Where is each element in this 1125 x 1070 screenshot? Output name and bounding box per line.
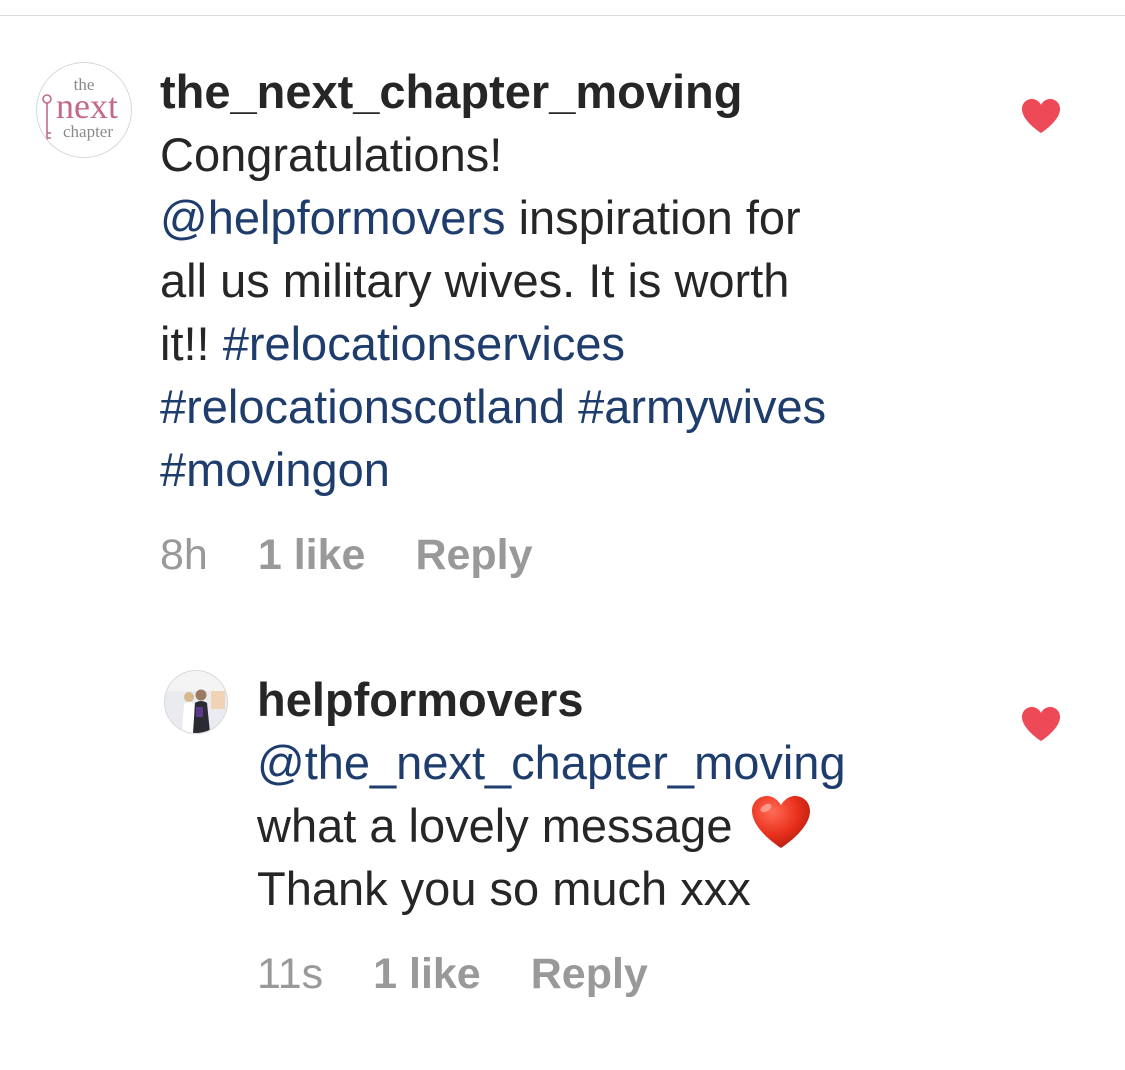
- comment-line: all us military wives. It is worth: [160, 249, 960, 312]
- comment-text: what a lovely message: [257, 799, 746, 852]
- comment: the next chapter the_next_chapter_moving…: [0, 60, 1125, 590]
- hashtag-link[interactable]: #armywives: [578, 380, 826, 433]
- comment-line: #movingon: [160, 438, 960, 501]
- comment-line: Congratulations!: [160, 123, 960, 186]
- avatar[interactable]: the next chapter: [36, 62, 132, 158]
- comment-timestamp: 11s: [257, 950, 324, 998]
- key-icon: [42, 94, 52, 141]
- comment-text: Congratulations!: [160, 128, 503, 181]
- comment-meta: 8h 1 like Reply: [160, 530, 533, 580]
- comment-text: it!!: [160, 317, 223, 370]
- comment-body: the_next_chapter_moving Congratulations!…: [160, 60, 960, 501]
- comment-line: #relocationscotland #armywives: [160, 375, 960, 438]
- comment-username[interactable]: the_next_chapter_moving: [160, 60, 960, 123]
- comment-text: inspiration for: [505, 191, 801, 244]
- top-divider: [0, 15, 1125, 16]
- comment-line: Thank you so much xxx: [257, 857, 957, 920]
- comment-line: it!! #relocationservices: [160, 312, 960, 375]
- comment-line: @the_next_chapter_moving: [257, 731, 957, 794]
- logo-text-next: next: [56, 86, 118, 126]
- hashtag-link[interactable]: #relocationservices: [223, 317, 625, 370]
- heart-filled-icon[interactable]: [1021, 98, 1061, 134]
- comment-username[interactable]: helpformovers: [257, 668, 957, 731]
- reply-button[interactable]: Reply: [415, 530, 532, 580]
- heart-filled-icon[interactable]: [1021, 706, 1061, 742]
- comment-text: all us military wives. It is worth: [160, 254, 790, 307]
- red-heart-emoji: [751, 796, 810, 848]
- mention-link[interactable]: @helpformovers: [160, 191, 506, 244]
- comment-line: @helpformovers inspiration for: [160, 186, 960, 249]
- like-count[interactable]: 1 like: [373, 949, 481, 999]
- reply-button[interactable]: Reply: [531, 949, 648, 999]
- logo-text-chapter: chapter: [63, 122, 113, 141]
- mention-link[interactable]: @the_next_chapter_moving: [257, 736, 846, 789]
- comment-line: what a lovely message: [257, 794, 957, 857]
- profile-photo: [165, 671, 227, 733]
- hashtag-link[interactable]: #movingon: [160, 443, 390, 496]
- comment-timestamp: 8h: [160, 531, 208, 579]
- comment-meta: 11s 1 like Reply: [257, 949, 648, 999]
- comment-body: helpformovers @the_next_chapter_moving w…: [257, 668, 957, 920]
- hashtag-link[interactable]: #relocationscotland: [160, 380, 565, 433]
- comment-reply: helpformovers @the_next_chapter_moving w…: [0, 668, 1125, 1008]
- comment-text: [565, 380, 578, 433]
- comment-text: Thank you so much xxx: [257, 862, 751, 915]
- the-next-chapter-logo: the next chapter: [42, 75, 118, 141]
- avatar[interactable]: [164, 670, 228, 734]
- like-count[interactable]: 1 like: [258, 530, 366, 580]
